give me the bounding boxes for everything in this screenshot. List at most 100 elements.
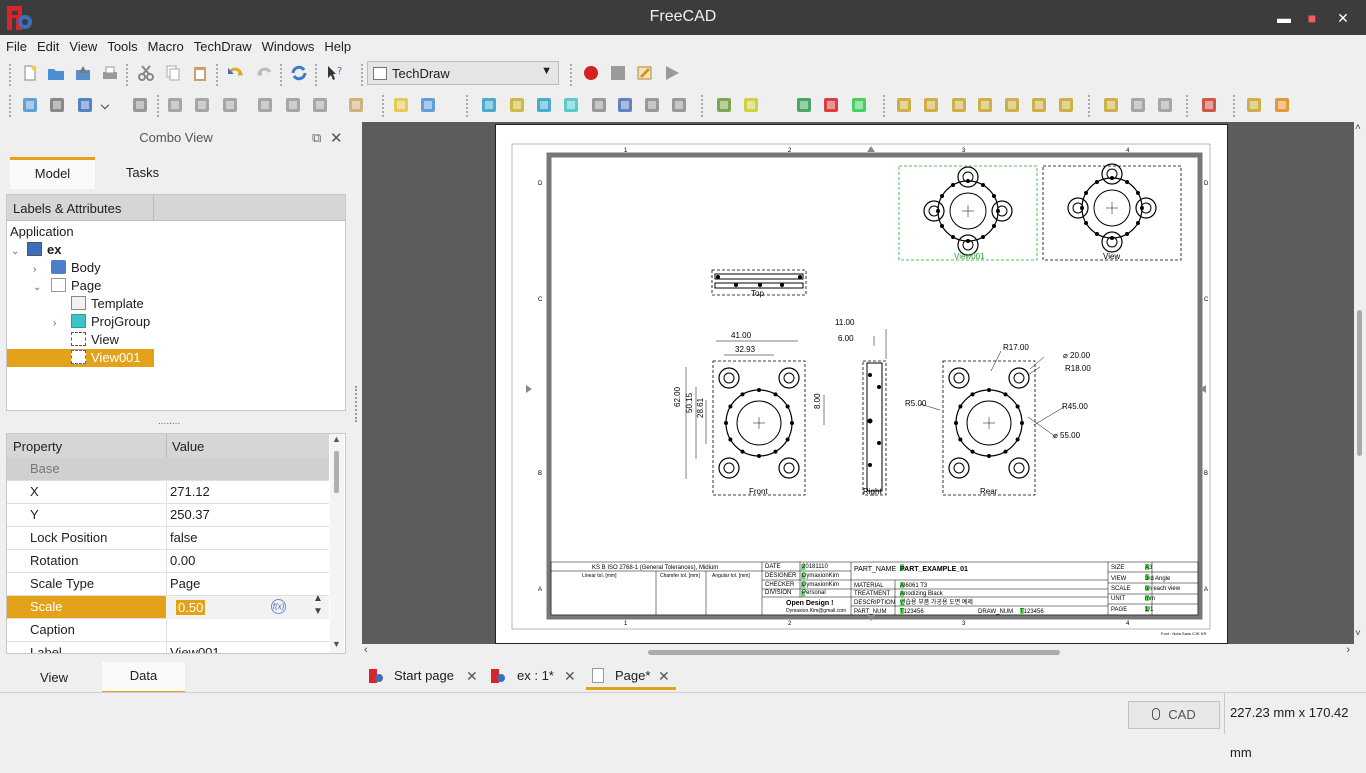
whats-this-icon[interactable]: ? (326, 64, 344, 82)
property-row-lock-position[interactable]: Lock Position false (7, 527, 329, 550)
chevron-down-icon[interactable] (100, 102, 110, 112)
image-icon[interactable] (795, 96, 813, 114)
menu-view[interactable]: View (63, 35, 101, 54)
print-page-icon[interactable] (1200, 96, 1218, 114)
radius-dim-icon[interactable] (976, 96, 994, 114)
rear-view-icon[interactable] (256, 96, 274, 114)
insert-template-icon[interactable] (508, 96, 526, 114)
toolbar-grip[interactable] (9, 64, 13, 86)
insert-view-icon[interactable] (535, 96, 553, 114)
tree-item-page[interactable]: ⌄ Page (33, 277, 101, 295)
insert-projgroup-icon[interactable] (562, 96, 580, 114)
panel-splitter[interactable]: ........ (158, 416, 180, 427)
property-value[interactable]: 250.37 (170, 504, 210, 526)
horizontal-dim-icon[interactable] (922, 96, 940, 114)
tree-item-view[interactable]: View (71, 331, 119, 349)
insert-spreadsheet-icon[interactable] (670, 96, 688, 114)
tab-data[interactable]: Data (102, 662, 185, 694)
toolbar-grip[interactable] (883, 95, 887, 117)
tab-model[interactable]: Model (10, 157, 95, 189)
export-svg-icon[interactable] (1102, 96, 1120, 114)
toolbar-grip[interactable] (216, 64, 220, 86)
undock-icon[interactable]: ⧉ (312, 130, 321, 146)
macro-edit-icon[interactable] (636, 64, 654, 82)
toolbar-grip[interactable] (382, 95, 386, 117)
chevron-right-icon[interactable]: › (53, 315, 71, 333)
toolbar-grip[interactable] (1186, 95, 1190, 117)
toolbar-grip[interactable] (1088, 95, 1092, 117)
doc-tab-ex[interactable]: ex : 1* ✕ (488, 662, 582, 690)
toolbar-grip[interactable] (701, 95, 705, 117)
property-row-scale[interactable]: Scale 0.50 f(x) ▲ ▼ (7, 593, 329, 619)
menu-help[interactable]: Help (318, 35, 355, 54)
spin-up-icon[interactable]: ▲ (313, 593, 323, 605)
export-pdf-icon[interactable] (1156, 96, 1174, 114)
menu-windows[interactable]: Windows (256, 35, 319, 54)
cut-icon[interactable] (137, 64, 155, 82)
open-file-icon[interactable] (47, 64, 65, 82)
measure-icon[interactable] (347, 96, 365, 114)
top-view-icon[interactable] (193, 96, 211, 114)
doc-tab-start-page[interactable]: Start page ✕ (366, 662, 484, 690)
front-view-icon[interactable] (166, 96, 184, 114)
bottom-view-icon[interactable] (284, 96, 302, 114)
menu-tools[interactable]: Tools (101, 35, 141, 54)
tree-item-template[interactable]: Template (71, 295, 144, 313)
property-row-y[interactable]: Y 250.37 (7, 504, 329, 527)
property-group-base[interactable]: Base (7, 458, 329, 481)
macro-stop-icon[interactable] (609, 64, 627, 82)
property-row-rotation[interactable]: Rotation 0.00 (7, 550, 329, 573)
property-row-caption[interactable]: Caption (7, 619, 329, 642)
toolbar-grip[interactable] (315, 64, 319, 86)
expression-icon[interactable]: f(x) (271, 599, 286, 614)
toolbar-grip[interactable] (466, 95, 470, 117)
tab-view[interactable]: View (0, 662, 108, 694)
property-row-x[interactable]: X 271.12 (7, 481, 329, 504)
copy-icon[interactable] (164, 64, 182, 82)
property-value[interactable]: 0.00 (170, 550, 195, 572)
link-dim-icon[interactable] (1057, 96, 1075, 114)
part-icon[interactable] (392, 96, 410, 114)
tree-item-view001[interactable]: View001 (7, 349, 154, 367)
property-scrollbar[interactable]: ▲ ▼ (330, 434, 344, 653)
drawing-canvas[interactable]: 11223344DDCCBBAA View001 View Top Front (362, 122, 1354, 644)
close-window-button[interactable]: ✕ (1333, 8, 1353, 28)
toolbar-grip[interactable] (157, 95, 161, 117)
isometric-icon[interactable] (131, 96, 149, 114)
right-view-icon[interactable] (221, 96, 239, 114)
minimize-button[interactable]: ▬ (1274, 8, 1294, 28)
workbench-selector[interactable]: TechDraw ▼ (367, 61, 559, 85)
vertical-scrollbar[interactable]: ˄ ˅ (1354, 122, 1366, 644)
angle-dim-icon[interactable] (1030, 96, 1048, 114)
draw-style-icon[interactable] (76, 96, 94, 114)
arch-view-icon[interactable] (1273, 96, 1291, 114)
right-view-frame[interactable] (862, 360, 887, 496)
horizontal-scrollbar[interactable]: ‹ › (362, 644, 1354, 660)
diameter-dim-icon[interactable] (1003, 96, 1021, 114)
property-value[interactable]: 271.12 (170, 481, 210, 503)
doc-tab-page[interactable]: Page* ✕ (586, 662, 676, 690)
insert-section-icon[interactable] (616, 96, 634, 114)
menu-file[interactable]: File (0, 35, 31, 54)
property-row-label[interactable]: Label View001 (7, 642, 329, 653)
left-view-icon[interactable] (311, 96, 329, 114)
property-value[interactable]: false (170, 527, 197, 549)
view-fit-icon[interactable] (21, 96, 39, 114)
geom-hatch-icon[interactable] (742, 96, 760, 114)
scale-input[interactable]: 0.50 (176, 600, 206, 615)
navigation-style-button[interactable]: CAD (1128, 701, 1220, 729)
close-panel-icon[interactable]: ✕ (330, 129, 343, 147)
insert-detail-icon[interactable] (643, 96, 661, 114)
menu-edit[interactable]: Edit (31, 35, 63, 54)
splitter-handle[interactable] (355, 386, 359, 422)
spin-down-icon[interactable]: ▼ (313, 606, 323, 618)
menu-macro[interactable]: Macro (142, 35, 188, 54)
tree-item-ex[interactable]: ⌄ ex (11, 241, 61, 259)
menu-techdraw[interactable]: TechDraw (188, 35, 256, 54)
insert-annotation-icon[interactable] (590, 96, 608, 114)
redo-icon[interactable] (255, 64, 273, 82)
save-icon[interactable] (74, 64, 92, 82)
toolbar-grip[interactable] (126, 64, 130, 86)
hatch-icon[interactable] (715, 96, 733, 114)
property-value[interactable]: Page (170, 573, 200, 595)
